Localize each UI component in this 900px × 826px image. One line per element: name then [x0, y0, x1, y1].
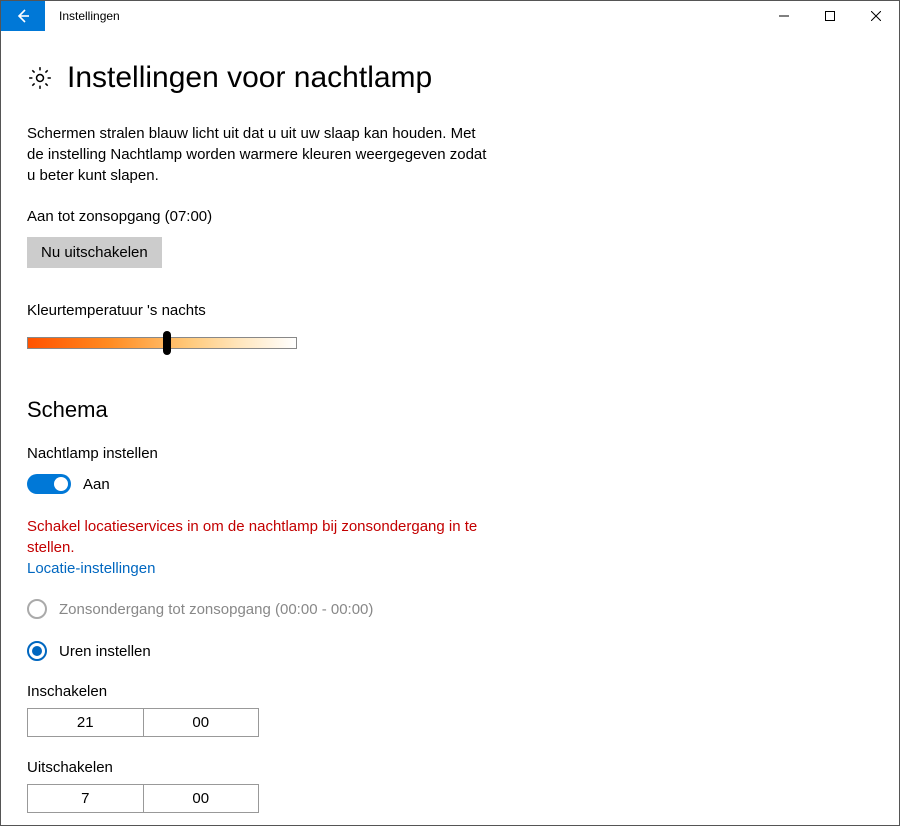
titlebar: Instellingen [1, 1, 899, 31]
minimize-icon [779, 11, 789, 21]
color-temperature-slider[interactable] [27, 331, 297, 355]
turn-on-time-picker: 21 00 [27, 708, 259, 737]
turn-off-time-picker: 7 00 [27, 784, 259, 813]
turn-on-label: Inschakelen [27, 683, 873, 700]
arrow-left-icon [15, 8, 31, 24]
status-text: Aan tot zonsopgang (07:00) [27, 208, 873, 225]
page-description: Schermen stralen blauw licht uit dat u u… [27, 123, 487, 186]
disable-now-button[interactable]: Nu uitschakelen [27, 237, 162, 268]
page-header: Instellingen voor nachtlamp [27, 61, 873, 95]
radio-hours-row[interactable]: Uren instellen [27, 641, 873, 661]
location-settings-link[interactable]: Locatie-instellingen [27, 560, 155, 577]
turn-on-minute[interactable]: 00 [143, 709, 259, 736]
radio-sunset [27, 599, 47, 619]
close-button[interactable] [853, 1, 899, 31]
night-light-toggle-row: Aan [27, 474, 873, 494]
maximize-button[interactable] [807, 1, 853, 31]
turn-on-hour[interactable]: 21 [28, 709, 143, 736]
window-controls [761, 1, 899, 31]
toggle-label: Nachtlamp instellen [27, 445, 873, 462]
temperature-label: Kleurtemperatuur 's nachts [27, 302, 873, 319]
maximize-icon [825, 11, 835, 21]
minimize-button[interactable] [761, 1, 807, 31]
toggle-knob [54, 477, 68, 491]
page-title: Instellingen voor nachtlamp [67, 61, 432, 95]
schema-heading: Schema [27, 397, 873, 423]
radio-hours-label: Uren instellen [59, 643, 151, 660]
close-icon [871, 11, 881, 21]
content: Instellingen voor nachtlamp Schermen str… [1, 31, 899, 813]
radio-hours[interactable] [27, 641, 47, 661]
toggle-state: Aan [83, 476, 110, 493]
titlebar-spacer [134, 1, 761, 31]
night-light-toggle[interactable] [27, 474, 71, 494]
app-title: Instellingen [45, 1, 134, 31]
back-button[interactable] [1, 1, 45, 31]
location-warning: Schakel locatieservices in om de nachtla… [27, 516, 487, 558]
slider-thumb[interactable] [163, 331, 171, 355]
radio-sunset-row[interactable]: Zonsondergang tot zonsopgang (00:00 - 00… [27, 599, 873, 619]
turn-off-hour[interactable]: 7 [28, 785, 143, 812]
slider-track [27, 337, 297, 349]
radio-sunset-label: Zonsondergang tot zonsopgang (00:00 - 00… [59, 601, 373, 618]
turn-off-minute[interactable]: 00 [143, 785, 259, 812]
turn-off-label: Uitschakelen [27, 759, 873, 776]
gear-icon [27, 65, 53, 91]
